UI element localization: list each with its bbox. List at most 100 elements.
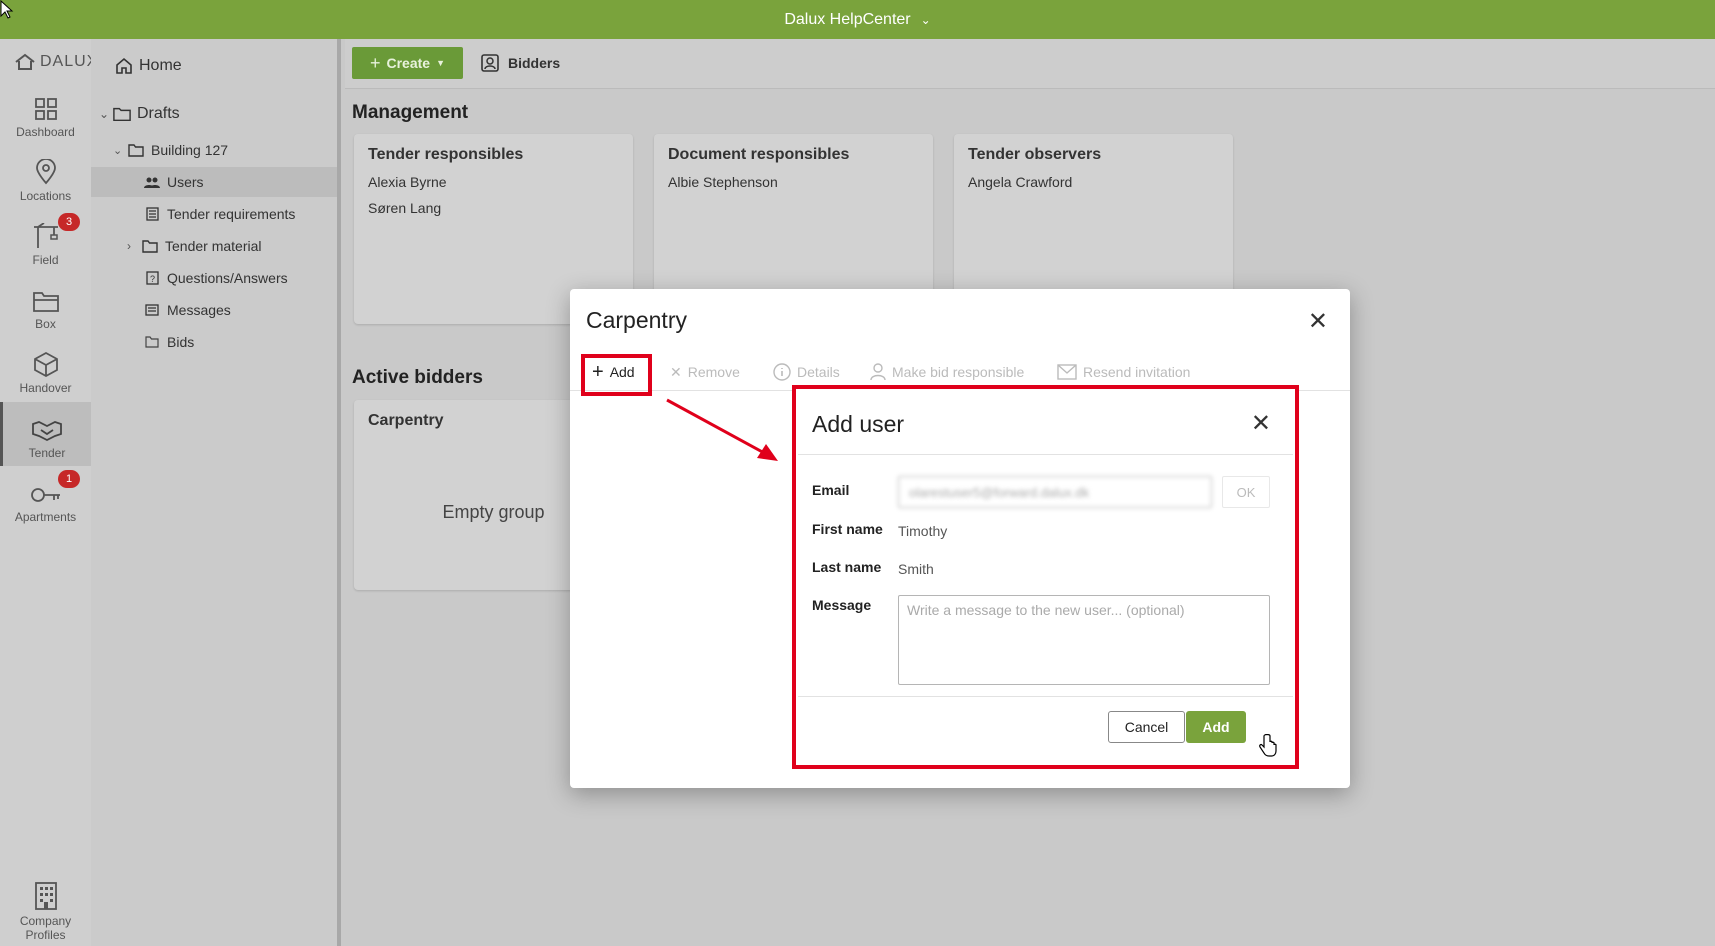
dashboard-icon — [34, 98, 57, 120]
caret-down-icon: ▼ — [436, 58, 446, 68]
close-icon[interactable]: ✕ — [1308, 307, 1328, 336]
chevron-right-icon[interactable]: › — [127, 239, 141, 253]
person-name: Albie Stephenson — [668, 174, 778, 190]
users-icon — [143, 176, 161, 188]
tool-label: Make bid responsible — [892, 364, 1025, 380]
info-icon — [773, 363, 791, 381]
message-label: Message — [812, 597, 872, 613]
field-badge: 3 — [58, 213, 80, 231]
folder-open-icon — [32, 292, 59, 312]
first-name-value: Timothy — [898, 523, 948, 539]
message-icon — [143, 304, 161, 316]
message-field[interactable]: Write a message to the new user... (opti… — [898, 595, 1270, 685]
rail-label: Tender — [28, 446, 66, 460]
svg-text:?: ? — [149, 274, 154, 284]
tree-label: Tender material — [165, 238, 262, 254]
list-icon — [143, 207, 161, 221]
bidders-button[interactable]: Bidders — [480, 47, 560, 79]
tree-label: Tender requirements — [167, 206, 296, 222]
rail-item-handover[interactable]: Handover — [0, 337, 91, 401]
icon-rail: DALUX Dashboard Locations Field 3 Box Ha… — [0, 39, 97, 946]
first-name-label: First name — [812, 521, 883, 537]
tree-item-tender-material[interactable]: › Tender material — [127, 231, 373, 261]
top-bar: Dalux HelpCenter ⌄ — [0, 0, 1715, 39]
remove-button[interactable]: ✕ Remove — [670, 353, 740, 391]
tree-label: Users — [167, 174, 204, 190]
card-title: Tender observers — [968, 146, 1102, 163]
location-pin-icon — [35, 159, 56, 185]
tree-item-drafts[interactable]: ⌄ Drafts — [99, 99, 345, 129]
rail-label: Company — [19, 914, 72, 928]
create-button[interactable]: + Create ▼ — [352, 47, 463, 79]
house-logo-icon — [15, 53, 35, 70]
active-bidders-title: Active bidders — [352, 367, 483, 388]
close-icon[interactable]: ✕ — [1251, 409, 1271, 438]
tool-label: Remove — [687, 364, 740, 380]
rail-item-box[interactable]: Box — [0, 273, 91, 337]
envelope-icon — [1057, 364, 1077, 380]
dalux-logo[interactable]: DALUX — [14, 53, 98, 71]
rail-label: Box — [35, 317, 56, 331]
question-icon: ? — [143, 271, 161, 285]
ok-button[interactable]: OK — [1222, 476, 1270, 508]
chevron-down-icon[interactable]: ⌄ — [99, 107, 113, 121]
tree-item-users[interactable]: Users — [91, 167, 337, 197]
folder-icon — [143, 336, 161, 348]
folder-icon — [113, 106, 131, 122]
rail-item-company-profiles[interactable]: Company Profiles — [0, 881, 91, 942]
rail-label: Locations — [19, 189, 72, 203]
cancel-button[interactable]: Cancel — [1108, 711, 1185, 743]
email-field[interactable]: olarestuser5@forward.dalux.dk — [898, 476, 1212, 508]
rail-label: Profiles — [25, 928, 66, 942]
crane-icon — [33, 223, 58, 248]
card-title: Tender responsibles — [368, 146, 524, 163]
add-user-dialog: Add user ✕ Email olarestuser5@forward.da… — [792, 385, 1299, 769]
main-toolbar: + Create ▼ Bidders — [345, 39, 1715, 89]
cube-icon — [33, 351, 58, 377]
chevron-down-icon[interactable]: ⌄ — [921, 13, 931, 27]
divider — [798, 454, 1293, 455]
management-title: Management — [352, 102, 469, 123]
tree-label: Home — [139, 57, 182, 74]
logo-text: DALUX — [40, 53, 99, 70]
add-highlight-box — [581, 354, 652, 396]
folder-icon — [127, 143, 145, 157]
person-name: Alexia Byrne — [368, 174, 447, 190]
rail-label: Handover — [19, 381, 72, 395]
rail-item-locations[interactable]: Locations — [0, 145, 91, 209]
rail-label: Dashboard — [16, 125, 75, 139]
apartments-badge: 1 — [58, 470, 80, 488]
building-icon — [34, 882, 57, 910]
person-icon — [870, 363, 886, 381]
folder-icon — [141, 239, 159, 253]
helpcenter-title[interactable]: Dalux HelpCenter — [784, 11, 910, 29]
rail-item-apartments[interactable]: Apartments 1 — [0, 466, 91, 530]
hand-cursor-icon — [1259, 734, 1277, 757]
tree-label: Building 127 — [151, 142, 229, 158]
add-user-submit-button[interactable]: Add — [1186, 711, 1246, 743]
rail-item-field[interactable]: Field 3 — [0, 209, 91, 273]
modal-title: Carpentry — [586, 307, 687, 333]
tool-label: Details — [797, 364, 840, 380]
card-title: Document responsibles — [668, 146, 850, 163]
rail-item-dashboard[interactable]: Dashboard — [0, 81, 91, 145]
home-icon — [115, 57, 133, 75]
bidders-label: Bidders — [508, 55, 561, 71]
rail-label: Apartments — [14, 510, 77, 524]
tree-label: Messages — [167, 302, 231, 318]
person-name: Angela Crawford — [968, 174, 1073, 190]
pointer-cursor-icon — [0, 0, 14, 19]
rail-label: Field — [32, 253, 59, 267]
last-name-label: Last name — [812, 559, 882, 575]
tree-item-building[interactable]: ⌄ Building 127 — [113, 135, 359, 165]
tree-label: Bids — [167, 334, 195, 350]
contact-card-icon — [481, 54, 499, 72]
tree-item-home[interactable]: Home — [115, 51, 361, 81]
rail-item-tender[interactable]: Tender — [0, 402, 91, 466]
divider — [798, 696, 1293, 697]
email-label: Email — [812, 482, 850, 498]
tree-label: Drafts — [137, 105, 180, 122]
handshake-icon — [32, 421, 62, 442]
navigation-tree: Home ⌄ Drafts ⌄ Building 127 Users Tende… — [91, 39, 341, 946]
chevron-down-icon[interactable]: ⌄ — [113, 144, 127, 157]
